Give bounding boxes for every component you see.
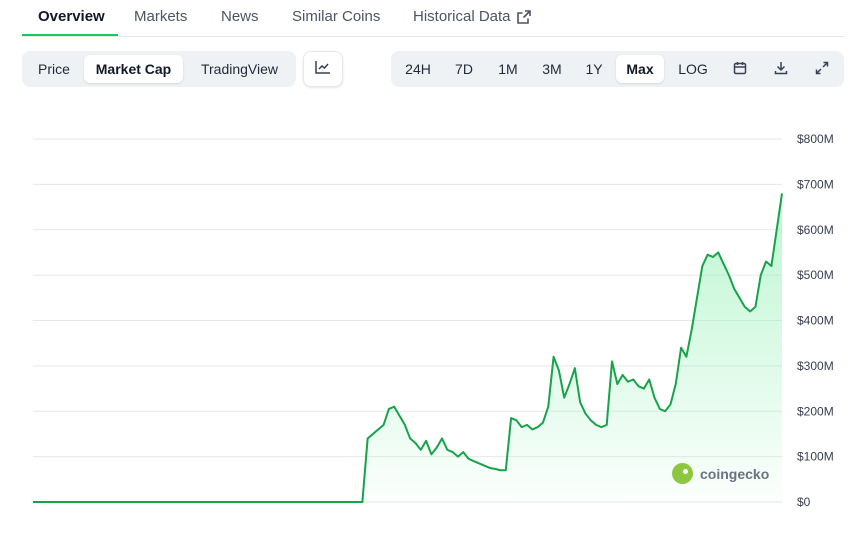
coingecko-logo-icon <box>672 463 693 484</box>
log-scale-button[interactable]: LOG <box>670 55 716 83</box>
range-group: 24H 7D 1M 3M 1Y Max LOG <box>391 51 844 87</box>
y-tick-label: $200M <box>797 404 834 418</box>
tab-label: Overview <box>38 8 105 25</box>
range-7d-button[interactable]: 7D <box>443 55 485 83</box>
view-tradingview-button[interactable]: TradingView <box>187 55 292 83</box>
tab-bar: Overview Markets News Similar Coins Hist… <box>22 0 844 37</box>
tab-news[interactable]: News <box>221 8 259 25</box>
coingecko-watermark: coingecko <box>672 463 769 484</box>
range-max-button[interactable]: Max <box>616 55 664 83</box>
expand-icon <box>815 56 829 84</box>
tab-markets[interactable]: Markets <box>134 8 187 25</box>
tab-overview[interactable]: Overview <box>38 8 105 25</box>
view-market-cap-button[interactable]: Market Cap <box>84 55 183 83</box>
calendar-button[interactable] <box>725 55 755 83</box>
y-tick-label: $800M <box>797 132 834 146</box>
tab-label: Similar Coins <box>292 8 381 25</box>
watermark-text: coingecko <box>700 465 770 482</box>
external-link-icon <box>516 9 531 24</box>
y-tick-label: $600M <box>797 223 834 237</box>
view-toggle-group: Price Market Cap TradingView <box>22 51 296 87</box>
view-price-button[interactable]: Price <box>26 55 82 83</box>
market-cap-area <box>33 193 782 502</box>
range-24h-button[interactable]: 24H <box>397 55 439 83</box>
tab-similar-coins[interactable]: Similar Coins <box>292 8 380 25</box>
tab-label: Historical Data <box>413 8 511 25</box>
download-icon <box>774 56 788 84</box>
tab-label: Markets <box>134 8 188 25</box>
active-tab-indicator <box>22 34 118 36</box>
chart-type-button[interactable] <box>303 51 343 87</box>
tab-label: News <box>221 8 259 25</box>
y-tick-label: $700M <box>797 177 834 191</box>
y-tick-label: $0 <box>797 495 811 509</box>
download-button[interactable] <box>766 55 796 83</box>
y-tick-label: $500M <box>797 268 834 282</box>
y-tick-label: $400M <box>797 314 834 328</box>
range-1y-button[interactable]: 1Y <box>575 55 613 83</box>
tab-historical-data[interactable]: Historical Data <box>413 8 531 25</box>
range-1m-button[interactable]: 1M <box>487 55 529 83</box>
line-chart-icon <box>315 60 331 79</box>
range-3m-button[interactable]: 3M <box>531 55 573 83</box>
fullscreen-button[interactable] <box>807 55 837 83</box>
calendar-icon <box>733 56 747 84</box>
y-tick-label: $300M <box>797 359 834 373</box>
y-tick-label: $100M <box>797 450 834 464</box>
